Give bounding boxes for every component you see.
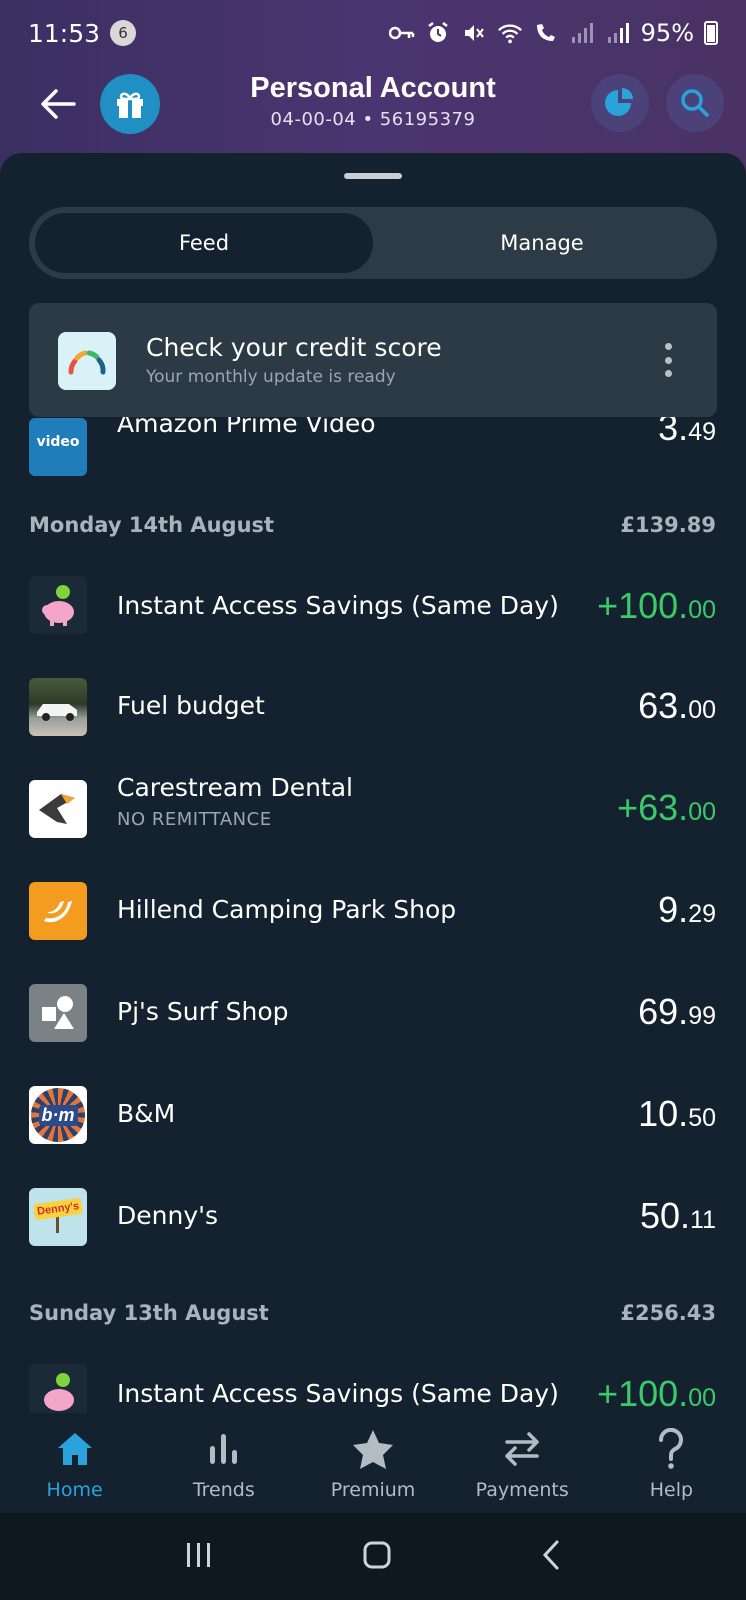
star-icon [351,1427,395,1471]
search-icon [681,89,709,117]
list-item[interactable]: Denny's Denny's 50.11 [0,1175,746,1259]
notification-count-badge: 6 [110,20,137,46]
transaction-amount: 63.00 [638,685,716,726]
nav-label: Help [649,1479,694,1501]
carestream-logo [29,780,87,838]
fuel-budget-image [29,678,87,736]
list-item[interactable]: video Amazon Prime Video 3.49 [0,405,746,489]
question-icon [649,1427,693,1471]
transaction-amount: +100.00 [597,1373,716,1413]
date-header: Monday 14th August £139.89 [29,513,716,543]
day-total: £139.89 [620,513,716,537]
nav-label: Premium [330,1479,416,1501]
key-icon [388,20,415,46]
recents-icon [187,1542,210,1567]
bm-logo: b·m [29,1086,87,1144]
nav-label: Home [46,1479,103,1501]
promo-subtitle: Your monthly update is ready [146,367,396,387]
transaction-amount: 9.29 [658,889,716,930]
bar-chart-icon [202,1427,246,1471]
chevron-left-icon [542,1540,559,1569]
transaction-amount: 10.50 [638,1093,716,1134]
insights-button[interactable] [591,74,649,132]
battery-percent: 95% [640,19,694,47]
home-icon [53,1427,97,1471]
transaction-amount: +63.00 [617,787,716,828]
status-time: 11:53 [28,18,101,48]
list-item[interactable]: Hillend Camping Park Shop 9.29 [0,869,746,953]
transaction-amount: 50.11 [640,1195,716,1236]
home-system-button[interactable] [362,1540,392,1574]
wifi-call-icon [533,20,559,46]
merchant-name: Denny's [117,1201,219,1230]
transaction-reference: NO REMITTANCE [117,809,272,830]
mute-icon [461,20,487,46]
nav-label: Trends [192,1479,255,1501]
nav-help[interactable]: Help [597,1413,746,1513]
merchant-name: B&M [117,1099,176,1128]
status-icons: 95% [388,19,718,47]
signal-icon [569,20,595,46]
wifi-icon [497,20,523,46]
alarm-icon [425,20,451,46]
date-label: Sunday 13th August [29,1301,269,1325]
merchant-name: Instant Access Savings (Same Day) [117,1379,559,1408]
list-item[interactable]: Carestream Dental NO REMITTANCE +63.00 [0,767,746,851]
nav-payments[interactable]: Payments [448,1413,597,1513]
battery-icon [704,21,718,45]
feed-sheet: Feed Manage Check your credit score Your… [0,153,746,1413]
feed-manage-toggle: Feed Manage [29,207,717,279]
system-back-button[interactable] [540,1539,562,1575]
list-item[interactable]: b·m B&M 10.50 [0,1073,746,1157]
transfer-arrows-icon [500,1427,544,1471]
signal-icon-2 [605,20,631,46]
list-item[interactable]: Pj's Surf Shop 69.99 [0,971,746,1055]
credit-gauge-icon [58,332,116,390]
nav-premium[interactable]: Premium [298,1413,447,1513]
more-options-icon[interactable] [663,343,673,377]
merchant-name: Carestream Dental [117,773,353,802]
gift-button[interactable] [100,74,160,134]
list-item[interactable]: Fuel budget 63.00 [0,665,746,749]
piggy-bank-icon [29,576,87,634]
promo-title: Check your credit score [146,333,442,362]
shapes-icon [29,984,87,1042]
back-button[interactable] [36,82,80,126]
drag-handle[interactable] [344,173,402,179]
account-header: Personal Account 04-00-04 • 56195379 [0,66,746,156]
back-arrow-icon [41,89,76,119]
search-button[interactable] [666,74,724,132]
transaction-amount: +100.00 [597,585,716,626]
system-navigation-bar [0,1513,746,1600]
amazon-prime-video-logo: video [29,418,87,476]
home-square-icon [363,1541,391,1568]
status-bar: 11:53 6 95% [0,0,746,66]
merchant-name: Pj's Surf Shop [117,997,289,1026]
transaction-list: video Amazon Prime Video 3.49 Monday 14t… [0,407,746,1413]
piggy-bank-icon [29,1364,87,1413]
banana-icon [29,882,87,940]
day-total: £256.43 [620,1301,716,1325]
gift-icon [117,92,143,118]
credit-score-card[interactable]: Check your credit score Your monthly upd… [29,303,717,417]
list-item[interactable]: Instant Access Savings (Same Day) +100.0… [0,1351,746,1413]
bottom-navigation: Home Trends Premium Payments Help [0,1413,746,1513]
list-item[interactable]: Instant Access Savings (Same Day) +100.0… [0,563,746,647]
merchant-name: Instant Access Savings (Same Day) [117,591,559,620]
merchant-name: Hillend Camping Park Shop [117,895,457,924]
nav-trends[interactable]: Trends [149,1413,298,1513]
merchant-name: Fuel budget [117,691,265,720]
pie-chart-icon [605,88,633,116]
transaction-amount: 69.99 [638,991,716,1032]
tab-feed[interactable]: Feed [35,213,373,273]
dennys-logo: Denny's [29,1188,87,1246]
recent-apps-button[interactable] [184,1541,214,1573]
tab-manage[interactable]: Manage [373,213,711,273]
nav-home[interactable]: Home [0,1413,149,1513]
date-header: Sunday 13th August £256.43 [29,1301,716,1331]
date-label: Monday 14th August [29,513,275,537]
nav-label: Payments [475,1479,569,1501]
